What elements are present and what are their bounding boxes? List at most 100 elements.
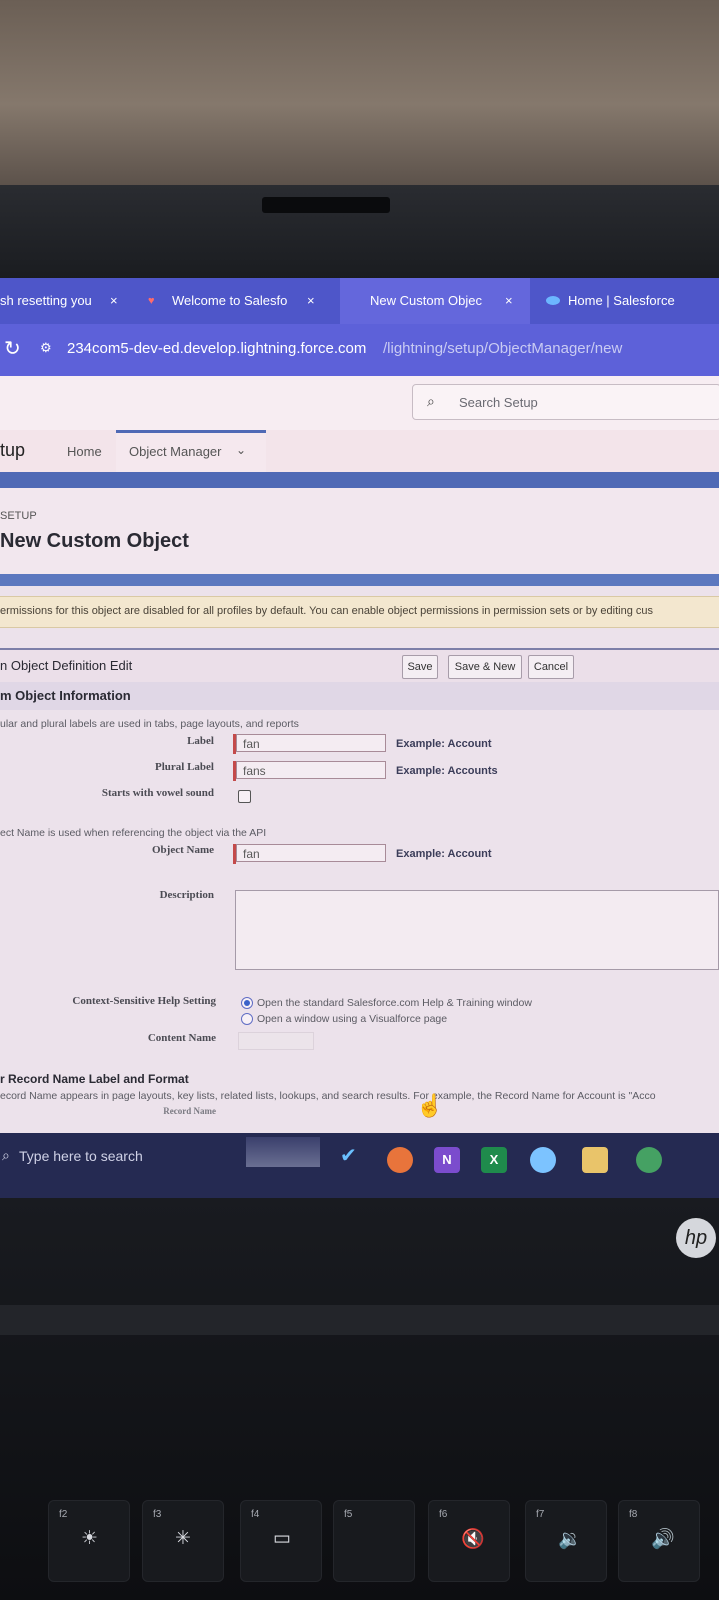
- breadcrumb: SETUP: [0, 510, 37, 522]
- section-title: m Object Information: [0, 688, 131, 703]
- display-switch-icon: ▭: [273, 1528, 291, 1549]
- url-host: 234com5-dev-ed.develop.lightning.force.c…: [67, 340, 367, 357]
- record-name-label: Record Name: [163, 1106, 216, 1116]
- taskbar-search-input[interactable]: Type here to search: [19, 1148, 143, 1164]
- search-icon: ⌕: [2, 1147, 10, 1163]
- excel-icon[interactable]: X: [481, 1147, 507, 1173]
- mute-icon: 🔇: [461, 1529, 485, 1550]
- label-input[interactable]: fan: [233, 734, 386, 754]
- page-title: New Custom Object: [0, 530, 189, 552]
- save-button[interactable]: Save: [402, 655, 438, 679]
- f6-key[interactable]: f6 🔇: [428, 1500, 510, 1582]
- chevron-down-icon[interactable]: ⌄: [236, 443, 246, 457]
- tab-home-salesforce[interactable]: Home | Salesforce: [540, 278, 719, 324]
- close-icon[interactable]: ×: [307, 278, 315, 324]
- help-standard-option: Open the standard Salesforce.com Help & …: [257, 997, 532, 1009]
- salesforce-header: ⌕ Search Setup: [0, 376, 719, 430]
- search-placeholder: Search Setup: [459, 395, 538, 410]
- permissions-banner: ermissions for this object are disabled …: [0, 596, 719, 628]
- object-name-input[interactable]: fan: [233, 844, 386, 864]
- plural-label-example: Example: Accounts: [396, 765, 498, 777]
- tab-title: sh resetting you: [0, 293, 92, 308]
- object-name-label: Object Name: [151, 844, 214, 856]
- content-name-select: [238, 1032, 314, 1050]
- help-visualforce-option: Open a window using a Visualforce page: [257, 1013, 448, 1025]
- f7-key[interactable]: f7 🔉: [525, 1500, 607, 1582]
- search-highlight-image: [246, 1137, 320, 1167]
- tab-title: Home | Salesforce: [568, 293, 675, 308]
- check-icon[interactable]: ✔: [340, 1143, 357, 1168]
- close-icon[interactable]: ×: [505, 278, 513, 324]
- f3-key[interactable]: f3 ✳: [142, 1500, 224, 1582]
- vowel-sound-checkbox[interactable]: [238, 790, 251, 803]
- windows-taskbar: ⌕ Type here to search ✔ N X: [0, 1133, 719, 1198]
- file-explorer-icon[interactable]: [582, 1147, 608, 1173]
- f2-key[interactable]: f2 ☀: [48, 1500, 130, 1582]
- tab-new-custom-object[interactable]: New Custom Objec ×: [340, 278, 530, 324]
- firefox-icon[interactable]: [387, 1147, 413, 1173]
- help-visualforce-radio[interactable]: [241, 1013, 253, 1025]
- label-example: Example: Account: [396, 738, 492, 750]
- f4-key[interactable]: f4 ▭: [240, 1500, 322, 1582]
- help-standard-radio[interactable]: [241, 997, 253, 1009]
- tab-title: Welcome to Salesfo: [172, 293, 288, 308]
- search-icon: ⌕: [427, 393, 435, 409]
- key-label: f2: [59, 1509, 68, 1520]
- gmail-icon: ♥: [148, 295, 155, 307]
- reload-icon[interactable]: ↻: [4, 336, 21, 361]
- brightness-up-icon: ✳: [175, 1528, 191, 1549]
- webcam: [262, 197, 390, 213]
- api-name-note: ect Name is used when referencing the ob…: [0, 827, 267, 839]
- url-path: /lightning/setup/ObjectManager/new: [383, 340, 623, 357]
- description-label: Description: [159, 889, 214, 901]
- address-bar[interactable]: ↻ ⚙ 234com5-dev-ed.develop.lightning.for…: [0, 324, 719, 376]
- key-label: f4: [251, 1509, 260, 1520]
- close-icon[interactable]: ×: [110, 278, 118, 324]
- hand-cursor-icon: ☝: [416, 1093, 444, 1118]
- header-band: [0, 472, 719, 488]
- app-name: tup: [0, 440, 26, 460]
- volume-down-icon: 🔉: [558, 1529, 582, 1550]
- site-settings-icon[interactable]: ⚙: [40, 340, 52, 356]
- laptop-screen: sh resetting you × ♥ Welcome to Salesfo …: [0, 278, 719, 1198]
- cortana-icon[interactable]: [530, 1147, 556, 1173]
- description-textarea[interactable]: [235, 890, 719, 970]
- setup-nav-bar: tup Home Object Manager ⌄: [0, 430, 719, 472]
- hp-logo-icon: hp: [676, 1218, 716, 1258]
- plural-label-field-label: Plural Label: [155, 761, 214, 773]
- record-name-section-title: r Record Name Label and Format: [0, 1072, 189, 1086]
- cancel-button[interactable]: Cancel: [528, 655, 574, 679]
- help-setting-label: Context-Sensitive Help Setting: [72, 995, 216, 1007]
- tab-reset-password[interactable]: sh resetting you ×: [0, 278, 130, 324]
- search-setup-input[interactable]: ⌕ Search Setup: [412, 384, 719, 420]
- nav-object-manager-tab[interactable]: Object Manager ⌄: [116, 430, 266, 472]
- background-wall: [0, 0, 719, 190]
- brightness-down-icon: ☀: [81, 1528, 99, 1549]
- nav-object-manager: Object Manager: [129, 444, 222, 459]
- browser-tab-strip: sh resetting you × ♥ Welcome to Salesfo …: [0, 278, 719, 324]
- key-label: f3: [153, 1509, 162, 1520]
- banner-text: ermissions for this object are disabled …: [0, 605, 654, 617]
- plural-label-input[interactable]: fans: [233, 761, 386, 781]
- f8-key[interactable]: f8 🔊: [618, 1500, 700, 1582]
- chrome-icon[interactable]: [636, 1147, 662, 1173]
- page-header: SETUP New Custom Object: [0, 488, 719, 574]
- salesforce-cloud-icon: [546, 296, 560, 305]
- record-name-note: ecord Name appears in page layouts, key …: [0, 1090, 656, 1102]
- object-name-example: Example: Account: [396, 848, 492, 860]
- tab-title: New Custom Objec: [370, 293, 482, 308]
- decorative-band: [0, 574, 719, 586]
- nav-home[interactable]: Home: [67, 444, 102, 459]
- label-field-label: Label: [187, 735, 214, 747]
- onenote-icon[interactable]: N: [434, 1147, 460, 1173]
- laptop-bezel: [0, 185, 719, 280]
- save-and-new-button[interactable]: Save & New: [448, 655, 522, 679]
- f5-key[interactable]: f5: [333, 1500, 415, 1582]
- form-header: n Object Definition Edit Save Save & New…: [0, 648, 719, 684]
- key-label: f6: [439, 1509, 448, 1520]
- labels-note: ular and plural labels are used in tabs,…: [0, 718, 299, 730]
- tab-welcome-salesforce[interactable]: ♥ Welcome to Salesfo ×: [140, 278, 330, 324]
- section-header: m Object Information: [0, 682, 719, 710]
- key-label: f5: [344, 1509, 353, 1520]
- function-key-row: f2 ☀ f3 ✳ f4 ▭ f5 f6 🔇 f7 🔉 f8 🔊: [0, 1500, 719, 1590]
